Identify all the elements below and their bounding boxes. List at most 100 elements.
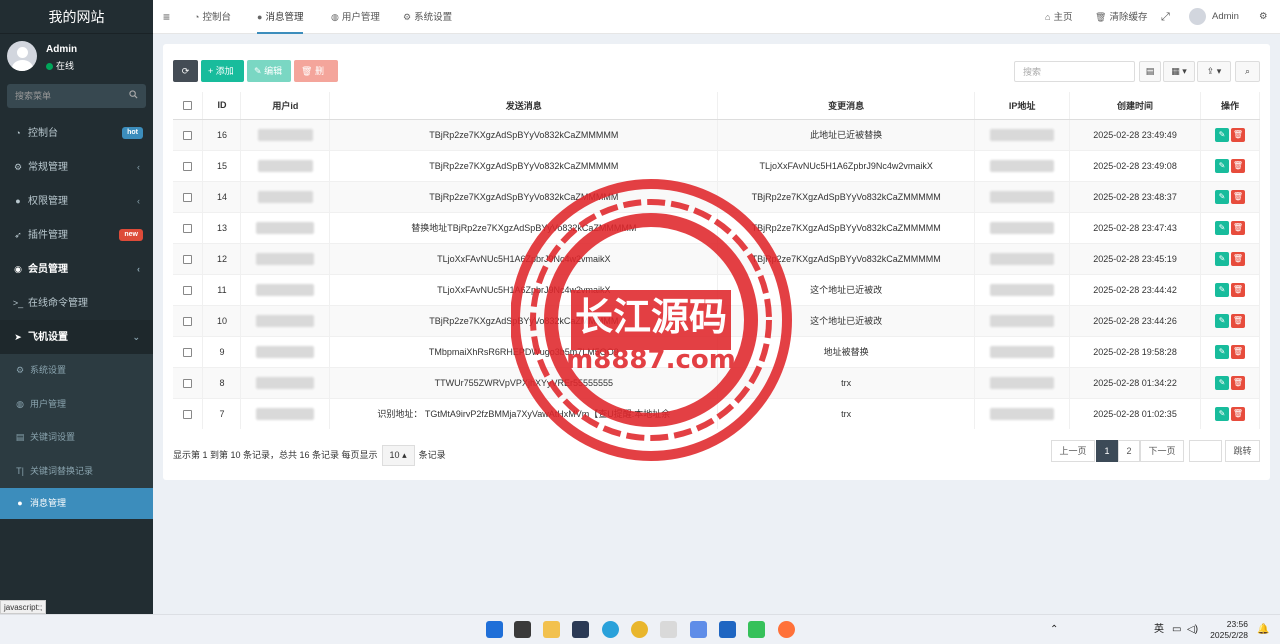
- tab-settings[interactable]: ⚙ 系统设置: [403, 0, 452, 34]
- col-ip[interactable]: IP地址: [974, 92, 1071, 120]
- app-k-icon[interactable]: [719, 621, 736, 638]
- tray-expand-icon[interactable]: ⌃: [1050, 615, 1058, 644]
- firefox-icon[interactable]: [778, 621, 795, 638]
- table-row[interactable]: 10 TBjRp2ze7KXgzAdSpBYyVo832kCaZMMMMM 这个地址…: [173, 304, 1260, 336]
- sidebar-item-keyword-settings[interactable]: ▤ 关键词设置: [0, 421, 153, 455]
- table-row[interactable]: 11 TLjoXxFAvNUc5H1A6ZpbrJ9Nc4w2vmaikX 这个地址…: [173, 273, 1260, 305]
- col-send-message[interactable]: 发送消息: [329, 92, 719, 120]
- sidebar-item-commands[interactable]: >_ 在线命令管理: [0, 286, 153, 320]
- wechat-icon[interactable]: [748, 621, 765, 638]
- col-change-message[interactable]: 变更消息: [717, 92, 976, 120]
- sidebar-item-system-settings[interactable]: ⚙ 系统设置: [0, 354, 153, 388]
- sidebar-item-dashboard[interactable]: ◔ 控制台 hot: [0, 116, 153, 150]
- next-page-button[interactable]: 下一页: [1140, 440, 1184, 462]
- search-icon[interactable]: [129, 90, 138, 99]
- task-view-icon[interactable]: [514, 621, 531, 638]
- table-row[interactable]: 16 TBjRp2ze7KXgzAdSpBYyVo832kCaZMMMMM 此地址已…: [173, 118, 1260, 150]
- columns-button[interactable]: ▦ ▾: [1163, 61, 1195, 82]
- table-row[interactable]: 14 TBjRp2ze7KXgzAdSpBYyVo832kCaZMMMMM TBjR…: [173, 180, 1260, 212]
- row-checkbox[interactable]: [183, 223, 193, 233]
- table-row[interactable]: 9 TMbpmaiXhRsR6RHEPDWugo3b5m7LM5OO9 地址被替换 2…: [173, 335, 1260, 367]
- refresh-button[interactable]: ⟳: [173, 60, 198, 82]
- fullscreen-icon[interactable]: ⤢: [1161, 0, 1170, 34]
- row-edit-button[interactable]: ✎: [1215, 282, 1229, 297]
- row-delete-button[interactable]: 🗑: [1231, 313, 1245, 328]
- row-edit-button[interactable]: ✎: [1215, 313, 1229, 328]
- row-edit-button[interactable]: ✎: [1215, 406, 1229, 421]
- row-checkbox[interactable]: [183, 192, 193, 202]
- clear-cache-button[interactable]: 🗑 清除缓存: [1095, 0, 1147, 34]
- file-explorer-icon[interactable]: [543, 621, 560, 638]
- row-delete-button[interactable]: 🗑: [1231, 127, 1245, 142]
- browser-icon[interactable]: [690, 621, 707, 638]
- notification-icon[interactable]: 🔔: [1257, 615, 1269, 644]
- row-edit-button[interactable]: ✎: [1215, 189, 1229, 204]
- table-row[interactable]: 8 TTWUr755ZWRVpVPXjhXYyVREr55555555 trx 202…: [173, 366, 1260, 398]
- row-delete-button[interactable]: 🗑: [1231, 251, 1245, 266]
- row-checkbox-cell[interactable]: [173, 118, 204, 150]
- sidebar-item-keyword-log[interactable]: T| 关键词替换记录: [0, 455, 153, 489]
- sidebar-item-permission[interactable]: ● 权限管理 ‹: [0, 184, 153, 218]
- table-row[interactable]: 15 TBjRp2ze7KXgzAdSpBYyVo832kCaZMMMMM TLjo…: [173, 149, 1260, 181]
- row-delete-button[interactable]: 🗑: [1231, 406, 1245, 421]
- row-checkbox-cell[interactable]: [173, 242, 204, 274]
- row-checkbox[interactable]: [183, 285, 193, 295]
- delete-button[interactable]: 🗑 删除: [294, 60, 338, 98]
- toggle-view-button[interactable]: ▤: [1139, 61, 1161, 82]
- row-edit-button[interactable]: ✎: [1215, 375, 1229, 390]
- network-icon[interactable]: ▭: [1172, 615, 1181, 644]
- home-link[interactable]: ⌂ 主页: [1045, 0, 1072, 34]
- row-delete-button[interactable]: 🗑: [1231, 220, 1245, 235]
- menu-toggle-icon[interactable]: ≡: [163, 0, 170, 34]
- menu-search-input[interactable]: [7, 84, 146, 108]
- select-all-checkbox[interactable]: [183, 101, 193, 111]
- tab-dashboard[interactable]: ◔ 控制台: [194, 0, 231, 34]
- row-checkbox-cell[interactable]: [173, 180, 204, 212]
- export-button[interactable]: ⇪ ▾: [1197, 61, 1231, 82]
- select-all-header[interactable]: [173, 92, 204, 120]
- site-logo[interactable]: 我的网站: [0, 0, 153, 34]
- search-button[interactable]: ⌕: [1235, 61, 1260, 82]
- row-delete-button[interactable]: 🗑: [1231, 375, 1245, 390]
- row-checkbox-cell[interactable]: [173, 335, 204, 367]
- input-language[interactable]: 英: [1154, 615, 1164, 644]
- volume-icon[interactable]: ◁): [1187, 615, 1198, 644]
- app-icon[interactable]: [660, 621, 677, 638]
- tab-messages[interactable]: ● 消息管理: [257, 0, 304, 34]
- col-created[interactable]: 创建时间: [1069, 92, 1201, 120]
- admin-menu[interactable]: Admin: [1189, 0, 1239, 34]
- table-search-input[interactable]: [1014, 61, 1135, 82]
- clock[interactable]: 23:56 2025/2/28: [1210, 619, 1248, 641]
- row-checkbox[interactable]: [183, 130, 193, 140]
- telegram-icon[interactable]: [602, 621, 619, 638]
- sidebar-item-plugins[interactable]: ➶ 插件管理 new: [0, 218, 153, 252]
- page-1-button[interactable]: 1: [1096, 440, 1118, 462]
- row-checkbox[interactable]: [183, 161, 193, 171]
- sidebar-item-messages[interactable]: ● 消息管理: [0, 488, 153, 519]
- col-user-id[interactable]: 用户id: [240, 92, 331, 120]
- prev-page-button[interactable]: 上一页: [1051, 440, 1095, 462]
- row-checkbox[interactable]: [183, 409, 193, 419]
- sidebar-item-user-management[interactable]: ◍ 用户管理: [0, 388, 153, 422]
- jump-page-input[interactable]: [1189, 440, 1222, 462]
- row-delete-button[interactable]: 🗑: [1231, 158, 1245, 173]
- row-delete-button[interactable]: 🗑: [1231, 344, 1245, 359]
- row-edit-button[interactable]: ✎: [1215, 251, 1229, 266]
- row-checkbox-cell[interactable]: [173, 397, 204, 429]
- row-checkbox[interactable]: [183, 378, 193, 388]
- sidebar-item-general[interactable]: ⚙ 常规管理 ‹: [0, 150, 153, 184]
- row-checkbox-cell[interactable]: [173, 149, 204, 181]
- row-edit-button[interactable]: ✎: [1215, 220, 1229, 235]
- row-checkbox-cell[interactable]: [173, 304, 204, 336]
- sidebar-item-telegram[interactable]: ➤ 飞机设置 ⌄: [0, 320, 153, 354]
- row-checkbox[interactable]: [183, 347, 193, 357]
- row-checkbox-cell[interactable]: [173, 211, 204, 243]
- row-edit-button[interactable]: ✎: [1215, 158, 1229, 173]
- chrome-icon[interactable]: [631, 621, 648, 638]
- row-checkbox[interactable]: [183, 254, 193, 264]
- table-row[interactable]: 13 替换地址TBjRp2ze7KXgzAdSpBYyVo832kCaZMMMMM…: [173, 211, 1260, 243]
- jump-button[interactable]: 跳转: [1225, 440, 1260, 462]
- row-checkbox-cell[interactable]: [173, 366, 204, 398]
- app-icon[interactable]: [572, 621, 589, 638]
- table-row[interactable]: 7 识别地址： TGtMtA9irvP2fzBMMja7XyVawAtHxMVm【…: [173, 397, 1260, 429]
